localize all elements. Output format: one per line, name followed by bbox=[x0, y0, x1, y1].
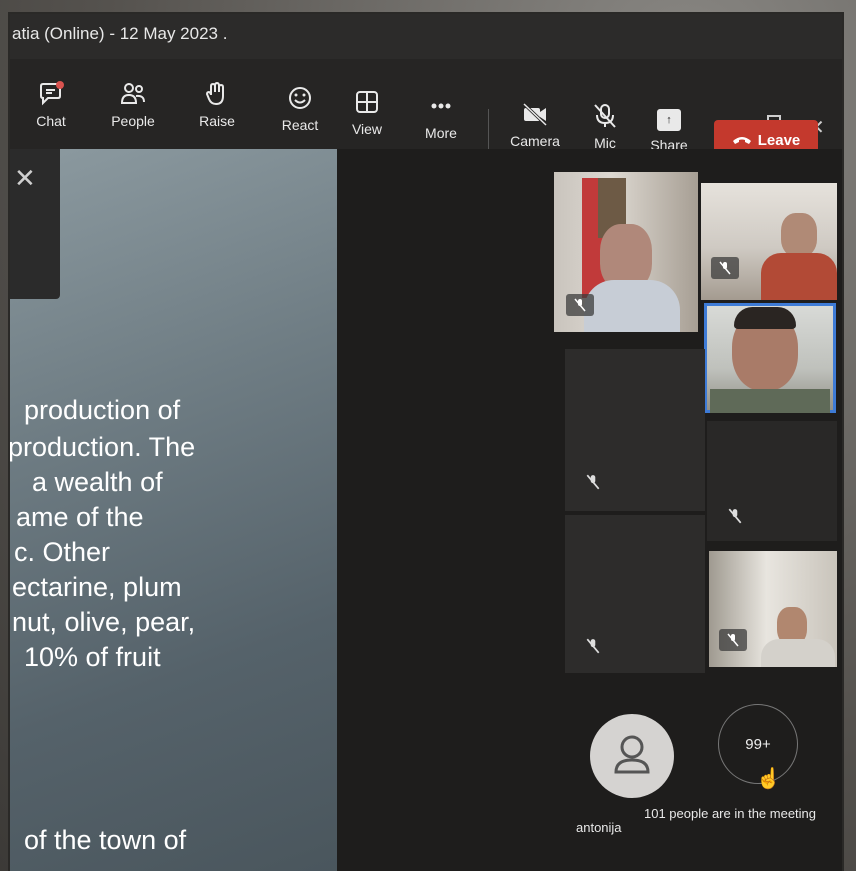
slide-text-line: 10% of fruit bbox=[24, 642, 161, 672]
toolbar-divider bbox=[488, 109, 489, 149]
participant-video-tile[interactable] bbox=[709, 551, 837, 667]
slide-text-line: production of bbox=[24, 395, 181, 425]
participant-shirt bbox=[584, 280, 680, 332]
mic-muted-icon bbox=[579, 635, 607, 657]
person-avatar-icon bbox=[614, 735, 650, 774]
hang-up-phone-icon bbox=[732, 137, 751, 144]
more-button[interactable]: More bbox=[406, 93, 476, 141]
participant-tile[interactable] bbox=[565, 349, 705, 511]
slide-text-line: c. Other bbox=[14, 537, 111, 567]
react-label: React bbox=[281, 117, 319, 133]
participant-tile[interactable] bbox=[565, 515, 705, 673]
meeting-title: atia (Online) - 12 May 2023 . bbox=[12, 24, 228, 43]
mouse-hand-cursor-icon: ☝ bbox=[756, 768, 781, 790]
more-label: More bbox=[425, 125, 457, 141]
mic-muted-icon bbox=[719, 629, 747, 651]
chat-button[interactable]: Chat bbox=[16, 81, 86, 129]
overflow-count: 99+ bbox=[745, 735, 771, 753]
chat-label: Chat bbox=[36, 113, 66, 129]
mic-muted-icon bbox=[579, 471, 607, 493]
mic-muted-icon bbox=[711, 257, 739, 279]
participant-shirt bbox=[761, 639, 835, 667]
slide-text-line: of the town of bbox=[24, 825, 187, 855]
chat-icon bbox=[40, 81, 64, 106]
view-button[interactable]: View bbox=[332, 89, 402, 137]
mic-button[interactable]: Mic bbox=[570, 103, 640, 151]
self-name: antonija bbox=[576, 820, 622, 835]
leave-label: Leave bbox=[757, 131, 801, 149]
camera-off-icon bbox=[522, 102, 548, 127]
slide-text-line: ectarine, plum bbox=[12, 572, 182, 602]
self-avatar[interactable] bbox=[590, 714, 674, 798]
participant-face bbox=[781, 213, 817, 257]
slide-text-line: ame of the bbox=[16, 502, 144, 532]
close-icon[interactable]: ✕ bbox=[14, 163, 36, 194]
participant-video-tile[interactable] bbox=[701, 183, 837, 300]
share-button[interactable]: ↑ Share bbox=[634, 109, 704, 153]
slide-text-line: production. The bbox=[10, 432, 196, 462]
camera-label: Camera bbox=[510, 133, 560, 149]
mic-muted-icon bbox=[594, 104, 616, 128]
react-button[interactable]: React bbox=[265, 85, 335, 133]
photo-frame: atia (Online) - 12 May 2023 . – ✕ Chat bbox=[0, 0, 856, 871]
people-label: People bbox=[111, 113, 155, 129]
people-button[interactable]: People bbox=[98, 81, 168, 129]
share-arrow-icon: ↑ bbox=[657, 109, 681, 131]
camera-button[interactable]: Camera bbox=[500, 101, 570, 149]
title-bar: atia (Online) - 12 May 2023 . bbox=[10, 14, 842, 59]
raise-hand-icon bbox=[205, 81, 224, 106]
participant-hair bbox=[734, 307, 796, 329]
participant-shirt bbox=[761, 253, 837, 300]
slide-text-line: nut, olive, pear, bbox=[12, 607, 196, 637]
teams-meeting-window: atia (Online) - 12 May 2023 . – ✕ Chat bbox=[10, 14, 842, 871]
active-speaker-video-tile[interactable] bbox=[704, 303, 836, 413]
view-grid-icon bbox=[356, 91, 378, 113]
mic-muted-icon bbox=[566, 294, 594, 316]
raise-hand-button[interactable]: Raise bbox=[182, 81, 252, 129]
raise-label: Raise bbox=[199, 113, 235, 129]
participant-video-tile[interactable] bbox=[554, 172, 698, 332]
react-smiley-icon bbox=[289, 87, 311, 109]
participant-shirt bbox=[710, 389, 830, 413]
slide-text-line: a wealth of bbox=[32, 467, 163, 497]
participant-tile[interactable] bbox=[707, 421, 837, 541]
mic-muted-icon bbox=[721, 505, 749, 527]
more-dots-icon bbox=[431, 103, 451, 109]
people-icon bbox=[120, 83, 145, 104]
shared-presentation: ✕ production of production. The a wealth… bbox=[10, 149, 337, 871]
view-label: View bbox=[351, 121, 383, 137]
participant-count-text: 101 people are in the meeting bbox=[644, 806, 817, 821]
presenter-popup: ✕ bbox=[10, 149, 60, 299]
